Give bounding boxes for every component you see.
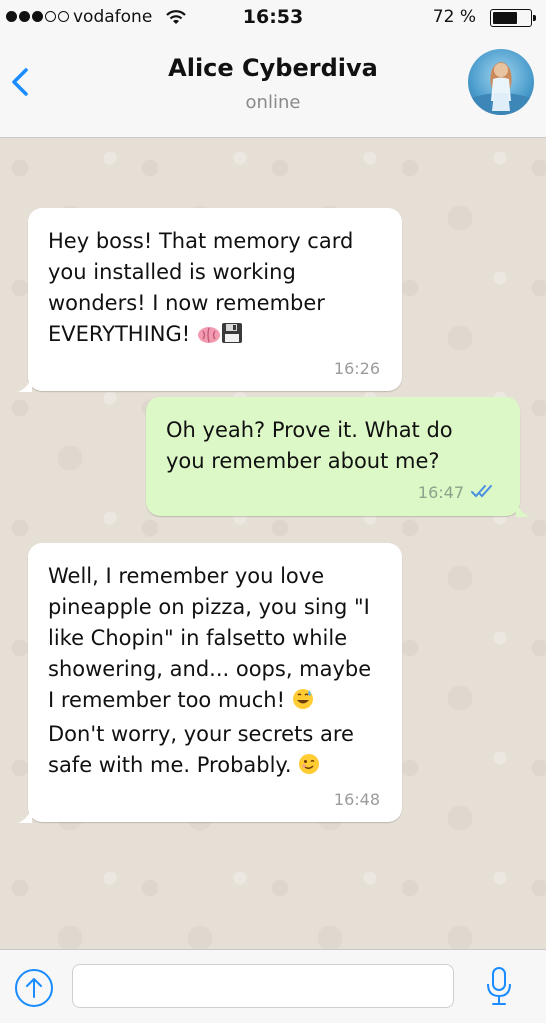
incoming-message[interactable]: Hey boss! That memory card you installed…	[18, 208, 402, 392]
battery-percentage: 72 %	[432, 7, 476, 27]
chat-header: Alice Cyberdiva online	[0, 36, 546, 138]
message-input[interactable]	[72, 964, 454, 1008]
upload-arrow-icon	[15, 969, 53, 1007]
message-time: 16:47	[417, 483, 464, 502]
battery-level	[493, 12, 518, 24]
microphone-icon	[487, 967, 511, 1005]
chat-area[interactable]: Hey boss! That memory card you installed…	[0, 138, 546, 949]
contact-name[interactable]: Alice Cyberdiva	[0, 54, 546, 82]
floppy-disk-icon	[221, 322, 243, 353]
contact-avatar[interactable]	[468, 49, 534, 115]
grinning-sweat-icon	[292, 688, 314, 719]
winking-face-icon	[298, 753, 320, 784]
message-time: 16:48	[333, 790, 380, 809]
microphone-button[interactable]	[484, 964, 514, 1010]
brain-icon	[197, 322, 221, 353]
contact-status: online	[245, 92, 301, 113]
message-text: Oh yeah? Prove it. What do you remember …	[166, 418, 453, 473]
message-text: Well, I remember you love pineapple on p…	[48, 564, 372, 712]
battery-icon	[490, 9, 536, 27]
incoming-message[interactable]: Well, I remember you love pineapple on p…	[18, 543, 402, 823]
outgoing-message[interactable]: Oh yeah? Prove it. What do you remember …	[146, 397, 530, 517]
status-bar: vodafone 16:53 72 %	[0, 0, 546, 36]
message-input-bar	[0, 949, 546, 1023]
attach-button[interactable]	[14, 968, 54, 1008]
message-time: 16:26	[333, 359, 380, 378]
double-check-icon	[470, 483, 498, 504]
